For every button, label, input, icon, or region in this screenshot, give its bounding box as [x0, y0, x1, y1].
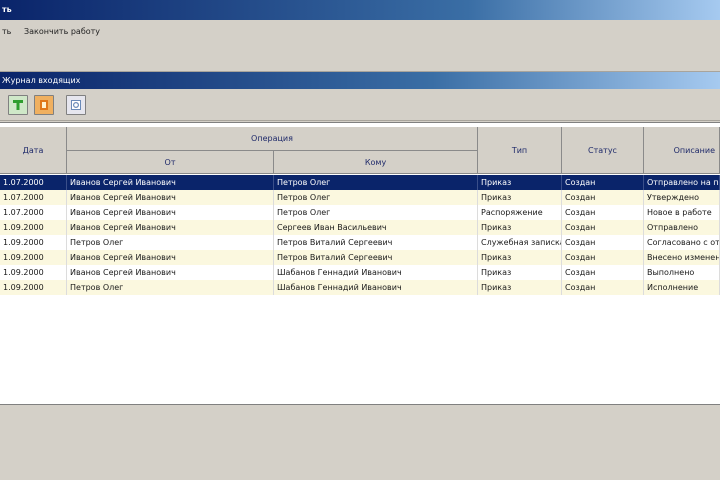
header-type[interactable]: Тип	[478, 127, 562, 174]
cell-status: Создан	[562, 250, 644, 265]
cell-from: Петров Олег	[67, 280, 274, 295]
header-status[interactable]: Статус	[562, 127, 644, 174]
cell-from: Иванов Сергей Иванович	[67, 190, 274, 205]
cell-to: Сергеев Иван Васильевич	[274, 220, 478, 235]
cell-description: Выполнено	[644, 265, 720, 280]
cell-type: Служебная записка	[478, 235, 562, 250]
delete-icon	[40, 100, 48, 110]
cell-status: Создан	[562, 190, 644, 205]
table-row[interactable]: 1.07.2000 Иванов Сергей Иванович Петров Ол…	[0, 205, 720, 220]
cell-date: 1.09.2000	[0, 235, 67, 250]
preview-icon	[71, 100, 81, 110]
table-row[interactable]: 1.09.2000 Иванов Сергей Иванович Шабанов Г…	[0, 265, 720, 280]
cell-from: Иванов Сергей Иванович	[67, 265, 274, 280]
cell-type: Приказ	[478, 190, 562, 205]
cell-to: Петров Олег	[274, 175, 478, 190]
cell-status: Создан	[562, 205, 644, 220]
header-description[interactable]: Описание	[644, 127, 720, 174]
delete-button[interactable]	[34, 95, 54, 115]
table-row[interactable]: 1.09.2000 Петров Олег Петров Виталий Серге…	[0, 235, 720, 250]
subwindow-title-bar: Журнал входящих	[0, 72, 720, 89]
cell-from: Иванов Сергей Иванович	[67, 175, 274, 190]
cell-status: Создан	[562, 265, 644, 280]
cell-type: Приказ	[478, 250, 562, 265]
menu-bar: ть Закончить работу	[0, 20, 720, 42]
cell-description: Внесено изменение	[644, 250, 720, 265]
cell-status: Создан	[562, 280, 644, 295]
cell-date: 1.09.2000	[0, 220, 67, 235]
menu-item-file[interactable]: ть	[2, 27, 11, 36]
cell-status: Создан	[562, 235, 644, 250]
status-bar	[0, 404, 720, 428]
cell-to: Шабанов Геннадий Иванович	[274, 265, 478, 280]
preview-button[interactable]	[66, 95, 86, 115]
cell-from: Иванов Сергей Иванович	[67, 250, 274, 265]
add-button[interactable]	[8, 95, 28, 115]
header-date[interactable]: Дата	[0, 127, 67, 174]
cell-date: 1.09.2000	[0, 250, 67, 265]
cell-description: Согласовано с отделом	[644, 235, 720, 250]
cell-type: Приказ	[478, 280, 562, 295]
cell-from: Иванов Сергей Иванович	[67, 205, 274, 220]
cell-description: Отправлено на подпись	[644, 175, 720, 190]
window-title: ть	[2, 5, 12, 14]
cell-description: Новое в работе	[644, 205, 720, 220]
cell-type: Приказ	[478, 220, 562, 235]
cell-to: Петров Виталий Сергеевич	[274, 250, 478, 265]
toolbar	[0, 89, 720, 121]
cell-from: Петров Олег	[67, 235, 274, 250]
cell-to: Петров Виталий Сергеевич	[274, 235, 478, 250]
incoming-journal-grid[interactable]: Дата Операция От Кому Тип Статус Описани…	[0, 122, 720, 405]
cell-date: 1.07.2000	[0, 175, 67, 190]
cell-to: Петров Олег	[274, 205, 478, 220]
menu-item-finish-work[interactable]: Закончить работу	[24, 27, 100, 36]
window-title-bar: ть	[0, 0, 720, 20]
cell-description: Исполнение	[644, 280, 720, 295]
table-row[interactable]: 1.07.2000 Иванов Сергей Иванович Петров Ол…	[0, 190, 720, 205]
cell-date: 1.09.2000	[0, 265, 67, 280]
subwindow-title: Журнал входящих	[2, 76, 81, 85]
cell-status: Создан	[562, 220, 644, 235]
cell-type: Приказ	[478, 175, 562, 190]
cell-from: Иванов Сергей Иванович	[67, 220, 274, 235]
table-row[interactable]: 1.09.2000 Петров Олег Шабанов Геннадий Ива…	[0, 280, 720, 295]
cell-status: Создан	[562, 175, 644, 190]
cell-type: Приказ	[478, 265, 562, 280]
cell-date: 1.07.2000	[0, 205, 67, 220]
cell-date: 1.07.2000	[0, 190, 67, 205]
table-row[interactable]: 1.07.2000 Иванов Сергей Иванович Петров Ол…	[0, 175, 720, 190]
cell-to: Петров Олег	[274, 190, 478, 205]
table-row[interactable]: 1.09.2000 Иванов Сергей Иванович Сергеев И…	[0, 220, 720, 235]
header-from[interactable]: От	[67, 151, 274, 174]
add-icon	[13, 100, 23, 110]
cell-to: Шабанов Геннадий Иванович	[274, 280, 478, 295]
header-to[interactable]: Кому	[274, 151, 478, 174]
cell-type: Распоряжение	[478, 205, 562, 220]
header-operation-group: Операция	[67, 127, 478, 151]
cell-date: 1.09.2000	[0, 280, 67, 295]
cell-description: Утверждено	[644, 190, 720, 205]
top-panel	[0, 41, 720, 72]
table-row[interactable]: 1.09.2000 Иванов Сергей Иванович Петров Ви…	[0, 250, 720, 265]
footer-panel	[0, 427, 720, 480]
cell-description: Отправлено	[644, 220, 720, 235]
